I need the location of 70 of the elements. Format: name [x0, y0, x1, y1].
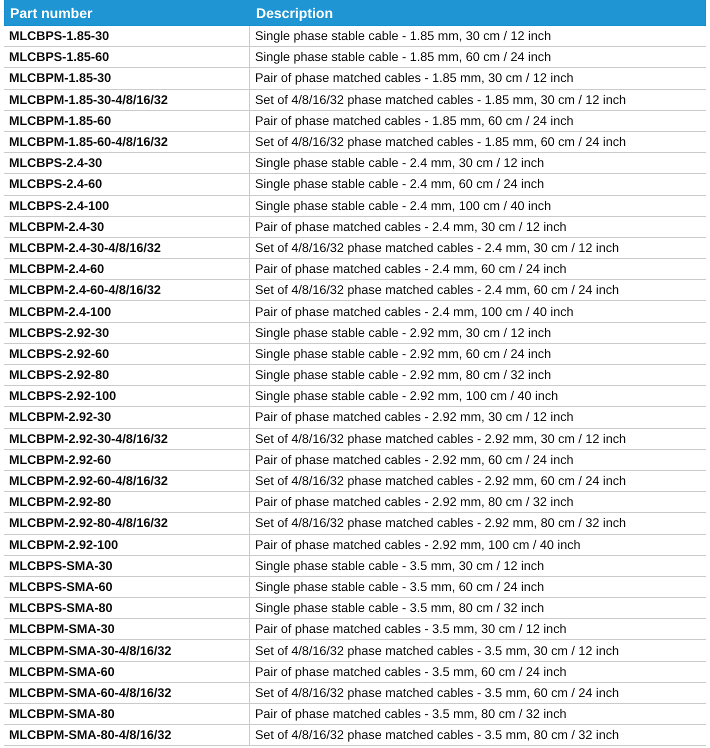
table-cell: Single phase stable cable - 2.4 mm, 100 cm / 40 inch	[250, 196, 706, 217]
table-cell: MLCBPS-2.92-60	[4, 344, 250, 365]
table-cell: Single phase stable cable - 3.5 mm, 80 cm / 32 inch	[250, 598, 706, 620]
table-cell: Single phase stable cable - 2.92 mm, 80 cm / 32 inch	[250, 365, 706, 386]
table-cell: Pair of phase matched cables - 2.92 mm, 80 cm / 32 inch	[250, 492, 706, 514]
table-cell: Pair of phase matched cables - 2.4 mm, 60 cm / 24 inch	[250, 259, 706, 280]
column-header: Part number	[4, 0, 250, 26]
table-cell: MLCBPM-2.4-60	[4, 259, 250, 280]
table-cell: Pair of phase matched cables - 1.85 mm, 60 cm / 24 inch	[250, 110, 706, 132]
table-cell: MLCBPM-2.92-80-4/8/16/32	[4, 513, 250, 534]
table-cell: Pair of phase matched cables - 3.5 mm, 80 cm / 32 inch	[250, 704, 706, 726]
table-cell: MLCBPS-2.92-80	[4, 365, 250, 386]
table-cell: MLCBPM-SMA-60-4/8/16/32	[4, 682, 250, 704]
table-cell: Single phase stable cable - 1.85 mm, 60 cm / 24 inch	[250, 47, 706, 68]
table-cell: MLCBPS-SMA-30	[4, 556, 250, 577]
table-cell: MLCBPM-SMA-30	[4, 619, 250, 640]
table-cell: Single phase stable cable - 2.4 mm, 60 cm / 24 inch	[250, 174, 706, 196]
table-cell: Pair of phase matched cables - 2.92 mm, 100 cm / 40 inch	[250, 534, 706, 556]
table-cell: MLCBPM-2.92-30	[4, 407, 250, 429]
table-cell: MLCBPM-2.4-60-4/8/16/32	[4, 280, 250, 302]
table-cell: MLCBPM-2.92-100	[4, 534, 250, 556]
table-cell: MLCBPM-1.85-30-4/8/16/32	[4, 90, 250, 111]
table-cell: Single phase stable cable - 2.4 mm, 30 cm / 12 inch	[250, 153, 706, 174]
table-cell: Set of 4/8/16/32 phase matched cables - 1.85 mm, 30 cm / 12 inch	[250, 90, 706, 111]
table-cell: Single phase stable cable - 2.92 mm, 100 cm / 40 inch	[250, 386, 706, 408]
table-cell: MLCBPM-SMA-60	[4, 662, 250, 683]
table-cell: MLCBPM-1.85-60-4/8/16/32	[4, 132, 250, 154]
table-cell: MLCBPS-1.85-30	[4, 26, 250, 48]
table-cell: MLCBPM-2.92-60	[4, 450, 250, 471]
table-cell: MLCBPM-SMA-80-4/8/16/32	[4, 725, 250, 746]
table-cell: MLCBPS-2.92-30	[4, 322, 250, 344]
table-cell: MLCBPM-2.4-30-4/8/16/32	[4, 238, 250, 260]
table-cell: MLCBPS-SMA-60	[4, 576, 250, 598]
table-cell: Pair of phase matched cables - 2.4 mm, 100 cm / 40 inch	[250, 301, 706, 323]
table-cell: MLCBPS-SMA-80	[4, 598, 250, 620]
table-cell: MLCBPM-2.92-30-4/8/16/32	[4, 428, 250, 450]
table-cell: MLCBPS-2.4-60	[4, 174, 250, 196]
table-cell: MLCBPS-2.4-100	[4, 196, 250, 217]
table-cell: MLCBPS-2.4-30	[4, 153, 250, 174]
table-cell: MLCBPM-1.85-60	[4, 110, 250, 132]
table-cell: Single phase stable cable - 3.5 mm, 30 cm / 12 inch	[250, 556, 706, 577]
table-cell: MLCBPM-2.92-60-4/8/16/32	[4, 470, 250, 492]
table-cell: Pair of phase matched cables - 2.92 mm, 30 cm / 12 inch	[250, 407, 706, 429]
table-cell: Set of 4/8/16/32 phase matched cables - 2.4 mm, 60 cm / 24 inch	[250, 280, 706, 302]
table-cell: Set of 4/8/16/32 phase matched cables - 2.92 mm, 30 cm / 12 inch	[250, 428, 706, 450]
column-header: Description	[250, 0, 706, 26]
table-cell: Set of 4/8/16/32 phase matched cables - 3.5 mm, 80 cm / 32 inch	[250, 725, 706, 746]
table-cell: Set of 4/8/16/32 phase matched cables - 3.5 mm, 60 cm / 24 inch	[250, 682, 706, 704]
table-cell: MLCBPS-1.85-60	[4, 47, 250, 68]
table-cell: Set of 4/8/16/32 phase matched cables - 3.5 mm, 30 cm / 12 inch	[250, 640, 706, 662]
table-cell: MLCBPM-SMA-30-4/8/16/32	[4, 640, 250, 662]
table-cell: MLCBPM-1.85-30	[4, 68, 250, 90]
table-cell: Set of 4/8/16/32 phase matched cables - 2.92 mm, 60 cm / 24 inch	[250, 470, 706, 492]
table-cell: MLCBPS-2.92-100	[4, 386, 250, 408]
table-cell: Single phase stable cable - 1.85 mm, 30 cm / 12 inch	[250, 26, 706, 48]
table-cell: Single phase stable cable - 2.92 mm, 60 cm / 24 inch	[250, 344, 706, 365]
table-cell: Single phase stable cable - 3.5 mm, 60 cm / 24 inch	[250, 576, 706, 598]
table-cell: Set of 4/8/16/32 phase matched cables - 2.92 mm, 80 cm / 32 inch	[250, 513, 706, 534]
table-cell: Pair of phase matched cables - 2.92 mm, 60 cm / 24 inch	[250, 450, 706, 471]
table-cell: MLCBPM-SMA-80	[4, 704, 250, 726]
table-cell: MLCBPM-2.4-100	[4, 301, 250, 323]
table-cell: Set of 4/8/16/32 phase matched cables - 1.85 mm, 60 cm / 24 inch	[250, 132, 706, 154]
table-cell: MLCBPM-2.4-30	[4, 216, 250, 238]
table-cell: Pair of phase matched cables - 3.5 mm, 30 cm / 12 inch	[250, 619, 706, 640]
table-cell: Single phase stable cable - 2.92 mm, 30 cm / 12 inch	[250, 322, 706, 344]
table-cell: MLCBPM-2.92-80	[4, 492, 250, 514]
table-cell: Set of 4/8/16/32 phase matched cables - 2.4 mm, 30 cm / 12 inch	[250, 238, 706, 260]
table-cell: Pair of phase matched cables - 3.5 mm, 60 cm / 24 inch	[250, 662, 706, 683]
table-cell: Pair of phase matched cables - 1.85 mm, 30 cm / 12 inch	[250, 68, 706, 90]
table-cell: Pair of phase matched cables - 2.4 mm, 30 cm / 12 inch	[250, 216, 706, 238]
